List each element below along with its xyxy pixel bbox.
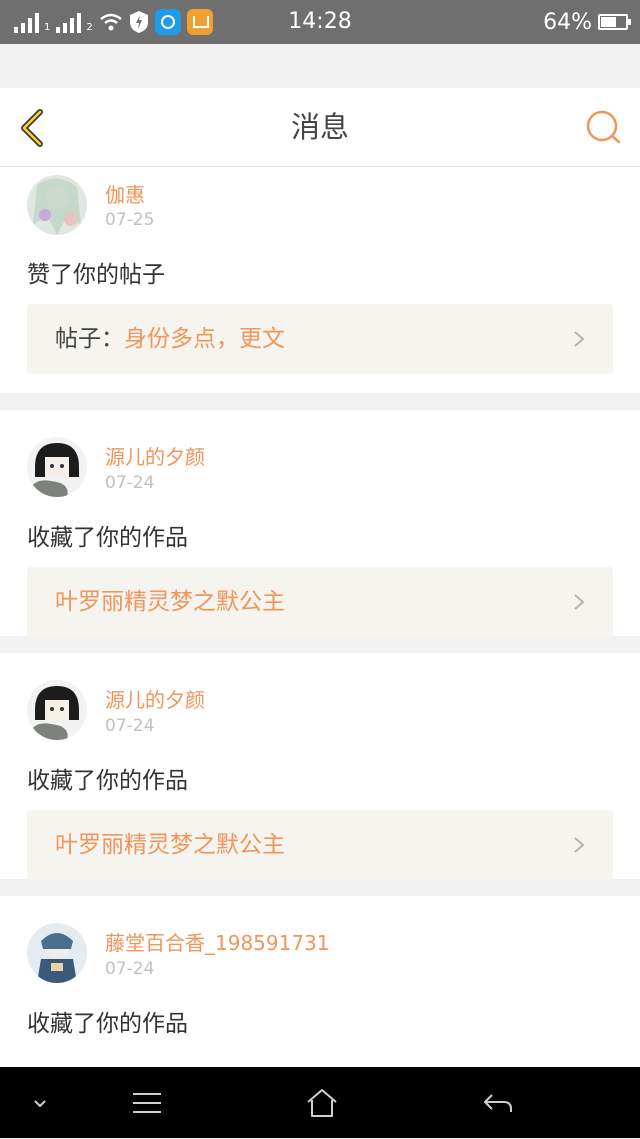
chevron-right-icon bbox=[574, 837, 585, 853]
search-icon[interactable] bbox=[584, 108, 624, 148]
message-username[interactable]: 源儿的夕颜 bbox=[105, 684, 205, 713]
referenced-title: 叶罗丽精灵梦之默公主 bbox=[55, 589, 285, 615]
referenced-title: 叶罗丽精灵梦之默公主 bbox=[55, 832, 285, 858]
message-date: 07-24 bbox=[105, 959, 155, 979]
message-item: 伽惠 07-25 赞了你的帖子 帖子：身份多点，更文 bbox=[0, 167, 640, 393]
home-icon[interactable] bbox=[304, 1085, 340, 1121]
message-action-text: 收藏了你的作品 bbox=[27, 768, 188, 794]
message-date: 07-24 bbox=[105, 473, 155, 493]
referenced-prefix: 帖子： bbox=[55, 326, 124, 352]
chevron-right-icon bbox=[574, 331, 585, 347]
avatar[interactable] bbox=[27, 680, 87, 740]
message-username[interactable]: 伽惠 bbox=[105, 179, 145, 208]
referenced-title: 帖子：身份多点，更文 bbox=[55, 304, 285, 374]
message-action-text: 赞了你的帖子 bbox=[27, 262, 165, 288]
chevron-down-icon[interactable] bbox=[22, 1085, 58, 1121]
message-item: 源儿的夕颜 07-24 收藏了你的作品 叶罗丽精灵梦之默公主 bbox=[0, 410, 640, 637]
message-username[interactable]: 源儿的夕颜 bbox=[105, 441, 205, 470]
status-icons-right: 64% bbox=[543, 8, 631, 36]
message-action-text: 收藏了你的作品 bbox=[27, 1011, 188, 1037]
avatar[interactable] bbox=[27, 437, 87, 497]
chevron-right-icon bbox=[574, 594, 585, 610]
back-icon[interactable] bbox=[480, 1085, 516, 1121]
referenced-post-link[interactable]: 帖子：身份多点，更文 bbox=[27, 304, 613, 374]
status-bar: 1 2 14:28 64% bbox=[0, 0, 640, 44]
message-action-text: 收藏了你的作品 bbox=[27, 525, 188, 551]
avatar[interactable] bbox=[27, 175, 87, 235]
app-header: 消息 bbox=[0, 88, 640, 167]
message-item: 源儿的夕颜 07-24 收藏了你的作品 叶罗丽精灵梦之默公主 bbox=[0, 653, 640, 880]
avatar[interactable] bbox=[27, 923, 87, 983]
battery-icon bbox=[598, 14, 631, 30]
menu-icon[interactable] bbox=[129, 1085, 165, 1121]
battery-percent: 64% bbox=[543, 9, 592, 35]
message-date: 07-24 bbox=[105, 716, 155, 736]
page-title: 消息 bbox=[290, 110, 349, 144]
referenced-work-link[interactable]: 叶罗丽精灵梦之默公主 bbox=[27, 810, 613, 880]
message-username[interactable]: 藤堂百合香_198591731 bbox=[105, 927, 330, 956]
referenced-name: 身份多点，更文 bbox=[124, 326, 285, 352]
referenced-work-link[interactable]: 叶罗丽精灵梦之默公主 bbox=[27, 567, 613, 637]
system-nav-bar bbox=[0, 1067, 640, 1138]
message-date: 07-25 bbox=[105, 210, 155, 230]
message-list: 伽惠 07-25 赞了你的帖子 帖子：身份多点，更文 源儿的夕颜 07-24 收… bbox=[0, 167, 640, 1139]
battery-fill bbox=[601, 17, 617, 27]
